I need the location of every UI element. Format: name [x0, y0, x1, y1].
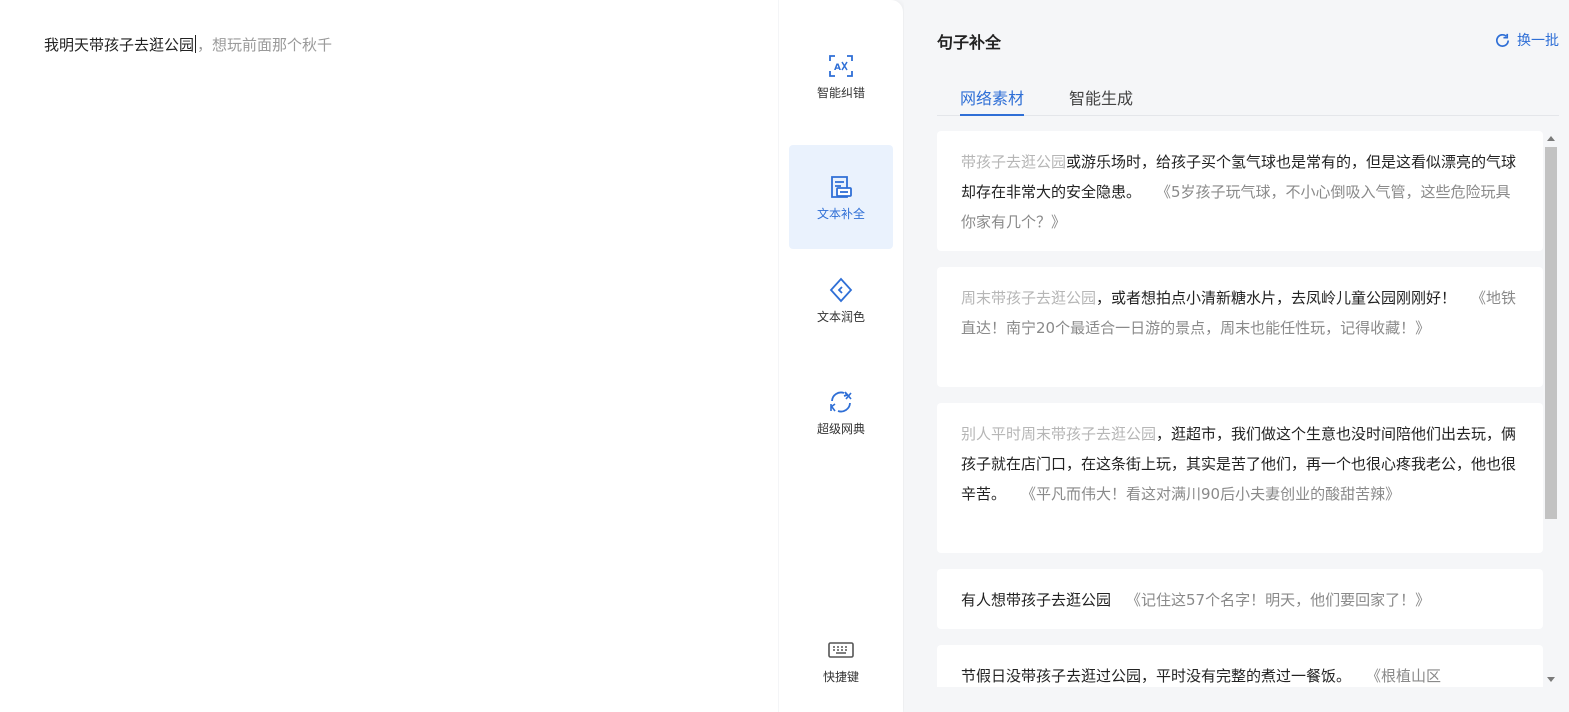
matched-prefix: 周末带孩子去逛公园 — [961, 289, 1097, 307]
scroll-thumb[interactable] — [1545, 147, 1557, 519]
autocomplete-suggestion[interactable]: ，想玩前面那个秋千 — [197, 36, 332, 54]
result-card[interactable]: 周末带孩子去逛公园，或者想拍点小清新糖水片，去凤岭儿童公园刚刚好！ 《地铁直达！… — [937, 267, 1543, 387]
result-card[interactable]: 节假日没带孩子去逛过公园，平时没有完整的煮过一餐饭。 《根植山区 — [937, 645, 1543, 687]
ai-spellcheck-icon: A — [829, 54, 853, 77]
result-card[interactable]: 带孩子去逛公园或游乐场时，给孩子买个氢气球也是常有的，但是这看似漂亮的气球却存在… — [937, 131, 1543, 251]
text-editor[interactable]: 我明天带孩子去逛公园 ，想玩前面那个秋千 — [0, 0, 778, 712]
panel-title: 句子补全 — [937, 33, 1002, 52]
svg-text:A: A — [834, 63, 841, 73]
completion-text: 节假日没带孩子去逛过公园，平时没有完整的煮过一餐饭。 — [961, 667, 1352, 685]
tool-label: 文本补全 — [816, 206, 865, 221]
refresh-icon — [1496, 33, 1510, 47]
tool-label: 超级网典 — [816, 421, 865, 436]
tool-super-dictionary[interactable]: 超级网典 — [789, 360, 893, 464]
source-title: 《平凡而伟大！看这对满川90后小夫妻创业的酸甜苦辣》 — [1021, 485, 1401, 503]
completion-text: 有人想带孩子去逛公园 — [961, 591, 1112, 609]
typed-text: 我明天带孩子去逛公园 — [44, 36, 195, 54]
editor-line[interactable]: 我明天带孩子去逛公园 ，想玩前面那个秋千 — [44, 35, 332, 55]
tool-smart-correction[interactable]: A 智能纠错 — [789, 24, 893, 128]
app-window: 我明天带孩子去逛公园 ，想玩前面那个秋千 A 智能纠错 文本补全 文本润色 超级… — [0, 0, 1569, 712]
tool-label: 快捷键 — [822, 669, 859, 684]
tab-web-material[interactable]: 网络素材 — [960, 86, 1025, 116]
completion-text: ，或者想拍点小清新糖水片，去凤岭儿童公园刚刚好！ — [1096, 289, 1457, 307]
results-scrollbar[interactable] — [1543, 131, 1559, 687]
tag-polish-icon — [829, 277, 853, 302]
tool-text-completion[interactable]: 文本补全 — [789, 145, 893, 249]
scroll-up-arrow[interactable] — [1547, 136, 1555, 141]
scroll-down-arrow[interactable] — [1547, 677, 1555, 682]
keyboard-icon — [828, 641, 854, 658]
tool-label: 文本润色 — [816, 309, 865, 324]
refresh-batch-button[interactable]: 换一批 — [1494, 30, 1559, 50]
source-title: 《记住这57个名字！明天，他们要回家了！》 — [1126, 591, 1431, 609]
sentence-completion-panel: 句子补全 换一批 网络素材 智能生成 带孩子去逛公园或游乐场时，给孩子买个氢气球… — [904, 0, 1569, 712]
tool-label: 智能纠错 — [816, 85, 865, 100]
translate-swap-icon — [830, 391, 852, 412]
source-tabs: 网络素材 智能生成 — [937, 86, 1559, 116]
matched-prefix: 别人平时周末带孩子去逛公园 — [961, 425, 1157, 443]
result-card[interactable]: 有人想带孩子去逛公园 《记住这57个名字！明天，他们要回家了！》 — [937, 569, 1543, 629]
tool-shortcuts[interactable]: 快捷键 — [789, 608, 893, 712]
results-list: 带孩子去逛公园或游乐场时，给孩子买个氢气球也是常有的，但是这看似漂亮的气球却存在… — [937, 131, 1543, 687]
tool-text-polish[interactable]: 文本润色 — [789, 248, 893, 352]
source-title: 《根植山区 — [1366, 667, 1442, 685]
tool-rail: A 智能纠错 文本补全 文本润色 超级网典 快捷键 — [779, 0, 903, 712]
result-card[interactable]: 别人平时周末带孩子去逛公园，逛超市，我们做这个生意也没时间陪他们出去玩，俩孩子就… — [937, 403, 1543, 553]
matched-prefix: 带孩子去逛公园 — [961, 153, 1067, 171]
refresh-label: 换一批 — [1517, 33, 1559, 49]
text-caret — [195, 35, 197, 53]
document-complete-icon — [831, 175, 852, 198]
tab-smart-generate[interactable]: 智能生成 — [1069, 86, 1133, 116]
